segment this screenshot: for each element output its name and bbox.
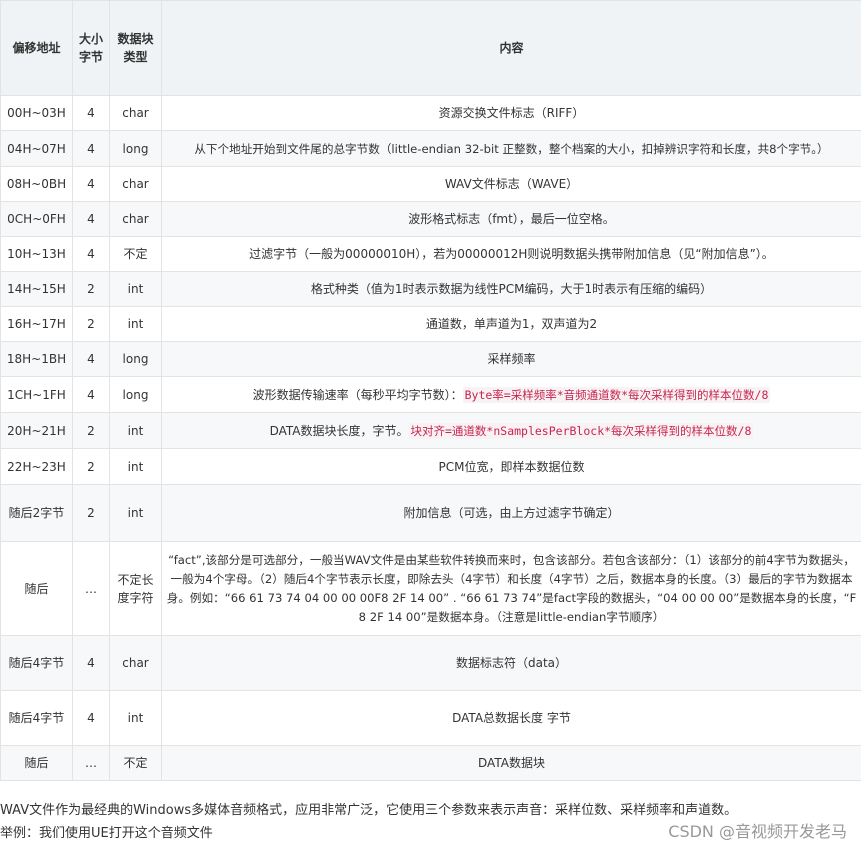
wav-header-table: 偏移地址 大小字节 数据块类型 内容 00H~03H 4 char 资源交换文件… (0, 0, 861, 781)
table-row: 随后 … 不定长度字符 “fact”,该部分是可选部分，一般当WAV文件是由某些… (0, 541, 861, 636)
cell-content: 资源交换文件标志（RIFF） (161, 95, 861, 131)
header-content: 内容 (161, 0, 861, 96)
cell-offset: 随后2字节 (0, 484, 73, 542)
cell-type: char (109, 95, 162, 131)
cell-type: int (109, 271, 162, 307)
cell-size: 2 (72, 306, 110, 342)
cell-content: 波形数据传输速率（每秒平均字节数）： Byte率=采样频率*音频通道数*每次采样得… (161, 376, 861, 413)
cell-type: int (109, 690, 162, 746)
csdn-watermark: CSDN @音视频开发老马 (668, 822, 847, 841)
table-row: 20H~21H 2 int DATA数据块长度，字节。 块对齐=通道数*nSamp… (0, 412, 861, 449)
table-row: 随后4字节 4 int DATA总数据长度 字节 (0, 690, 861, 746)
cell-content: 从下个地址开始到文件尾的总字节数（little-endian 32-bit 正整… (161, 130, 861, 167)
cell-offset: 随后 (0, 541, 73, 636)
cell-content: 数据标志符（data） (161, 635, 861, 691)
cell-type: int (109, 412, 162, 449)
cell-content: 附加信息（可选，由上方过滤字节确定） (161, 484, 861, 542)
cell-offset: 00H~03H (0, 95, 73, 131)
cell-offset: 22H~23H (0, 448, 73, 485)
cell-content: 波形格式标志（fmt），最后一位空格。 (161, 201, 861, 237)
cell-type: long (109, 341, 162, 377)
cell-size: 4 (72, 341, 110, 377)
cell-type: int (109, 448, 162, 485)
cell-type: 不定长度字符 (109, 541, 162, 636)
table-row: 随后 … 不定 DATA数据块 (0, 745, 861, 781)
cell-size: 2 (72, 412, 110, 449)
cell-offset: 0CH~0FH (0, 201, 73, 237)
cell-type: char (109, 635, 162, 691)
content-text: DATA数据块长度，字节。 (269, 423, 409, 438)
cell-offset: 14H~15H (0, 271, 73, 307)
header-offset: 偏移地址 (0, 0, 73, 96)
formula-code: 块对齐=通道数*nSamplesPerBlock*每次采样得到的样本位数/8 (408, 422, 754, 439)
table-header-row: 偏移地址 大小字节 数据块类型 内容 (0, 0, 861, 96)
cell-size: 4 (72, 635, 110, 691)
cell-size: … (72, 745, 110, 781)
header-type: 数据块类型 (109, 0, 162, 96)
table-row: 00H~03H 4 char 资源交换文件标志（RIFF） (0, 95, 861, 131)
cell-offset: 随后 (0, 745, 73, 781)
cell-offset: 10H~13H (0, 236, 73, 272)
formula-code: Byte率=采样频率*音频通道数*每次采样得到的样本位数/8 (462, 386, 771, 403)
cell-offset: 随后4字节 (0, 635, 73, 691)
cell-content: DATA数据块 (161, 745, 861, 781)
cell-type: char (109, 201, 162, 237)
cell-content: PCM位宽，即样本数据位数 (161, 448, 861, 485)
table-row: 08H~0BH 4 char WAV文件标志（WAVE） (0, 166, 861, 202)
cell-offset: 08H~0BH (0, 166, 73, 202)
cell-content: “fact”,该部分是可选部分，一般当WAV文件是由某些软件转换而来时，包含该部… (161, 541, 861, 636)
cell-type: char (109, 166, 162, 202)
cell-size: 4 (72, 201, 110, 237)
cell-offset: 04H~07H (0, 130, 73, 167)
cell-offset: 16H~17H (0, 306, 73, 342)
table-row: 随后4字节 4 char 数据标志符（data） (0, 635, 861, 691)
table-row: 16H~17H 2 int 通道数，单声道为1，双声道为2 (0, 306, 861, 342)
cell-content: 采样频率 (161, 341, 861, 377)
cell-offset: 1CH~1FH (0, 376, 73, 413)
cell-size: 4 (72, 130, 110, 167)
description-paragraph: WAV文件作为最经典的Windows多媒体音频格式，应用非常广泛，它使用三个参数… (0, 803, 738, 818)
cell-size: 4 (72, 690, 110, 746)
cell-content: 通道数，单声道为1，双声道为2 (161, 306, 861, 342)
cell-type: long (109, 130, 162, 167)
example-paragraph: 举例：我们使用UE打开这个音频文件 (0, 826, 213, 841)
cell-content: DATA数据块长度，字节。 块对齐=通道数*nSamplesPerBlock*每次… (161, 412, 861, 449)
cell-offset: 20H~21H (0, 412, 73, 449)
table-row: 1CH~1FH 4 long 波形数据传输速率（每秒平均字节数）： Byte率=采… (0, 376, 861, 413)
cell-size: 2 (72, 484, 110, 542)
cell-type: int (109, 306, 162, 342)
cell-content: 过滤字节（一般为00000010H），若为00000012H则说明数据头携带附加… (161, 236, 861, 272)
table-row: 18H~1BH 4 long 采样频率 (0, 341, 861, 377)
cell-type: long (109, 376, 162, 413)
cell-content: DATA总数据长度 字节 (161, 690, 861, 746)
cell-content: 格式种类（值为1时表示数据为线性PCM编码，大于1时表示有压缩的编码） (161, 271, 861, 307)
cell-type: 不定 (109, 236, 162, 272)
table-row: 随后2字节 2 int 附加信息（可选，由上方过滤字节确定） (0, 484, 861, 542)
cell-size: 4 (72, 95, 110, 131)
table-row: 14H~15H 2 int 格式种类（值为1时表示数据为线性PCM编码，大于1时… (0, 271, 861, 307)
cell-size: 4 (72, 236, 110, 272)
table-row: 10H~13H 4 不定 过滤字节（一般为00000010H），若为000000… (0, 236, 861, 272)
cell-size: 4 (72, 376, 110, 413)
cell-size: … (72, 541, 110, 636)
cell-offset: 18H~1BH (0, 341, 73, 377)
cell-content: WAV文件标志（WAVE） (161, 166, 861, 202)
table-row: 0CH~0FH 4 char 波形格式标志（fmt），最后一位空格。 (0, 201, 861, 237)
table-row: 04H~07H 4 long 从下个地址开始到文件尾的总字节数（little-e… (0, 130, 861, 167)
header-size: 大小字节 (72, 0, 110, 96)
table-row: 22H~23H 2 int PCM位宽，即样本数据位数 (0, 448, 861, 485)
content-text: 波形数据传输速率（每秒平均字节数）： (252, 387, 463, 402)
cell-size: 2 (72, 271, 110, 307)
cell-size: 2 (72, 448, 110, 485)
cell-type: 不定 (109, 745, 162, 781)
cell-offset: 随后4字节 (0, 690, 73, 746)
cell-size: 4 (72, 166, 110, 202)
cell-type: int (109, 484, 162, 542)
